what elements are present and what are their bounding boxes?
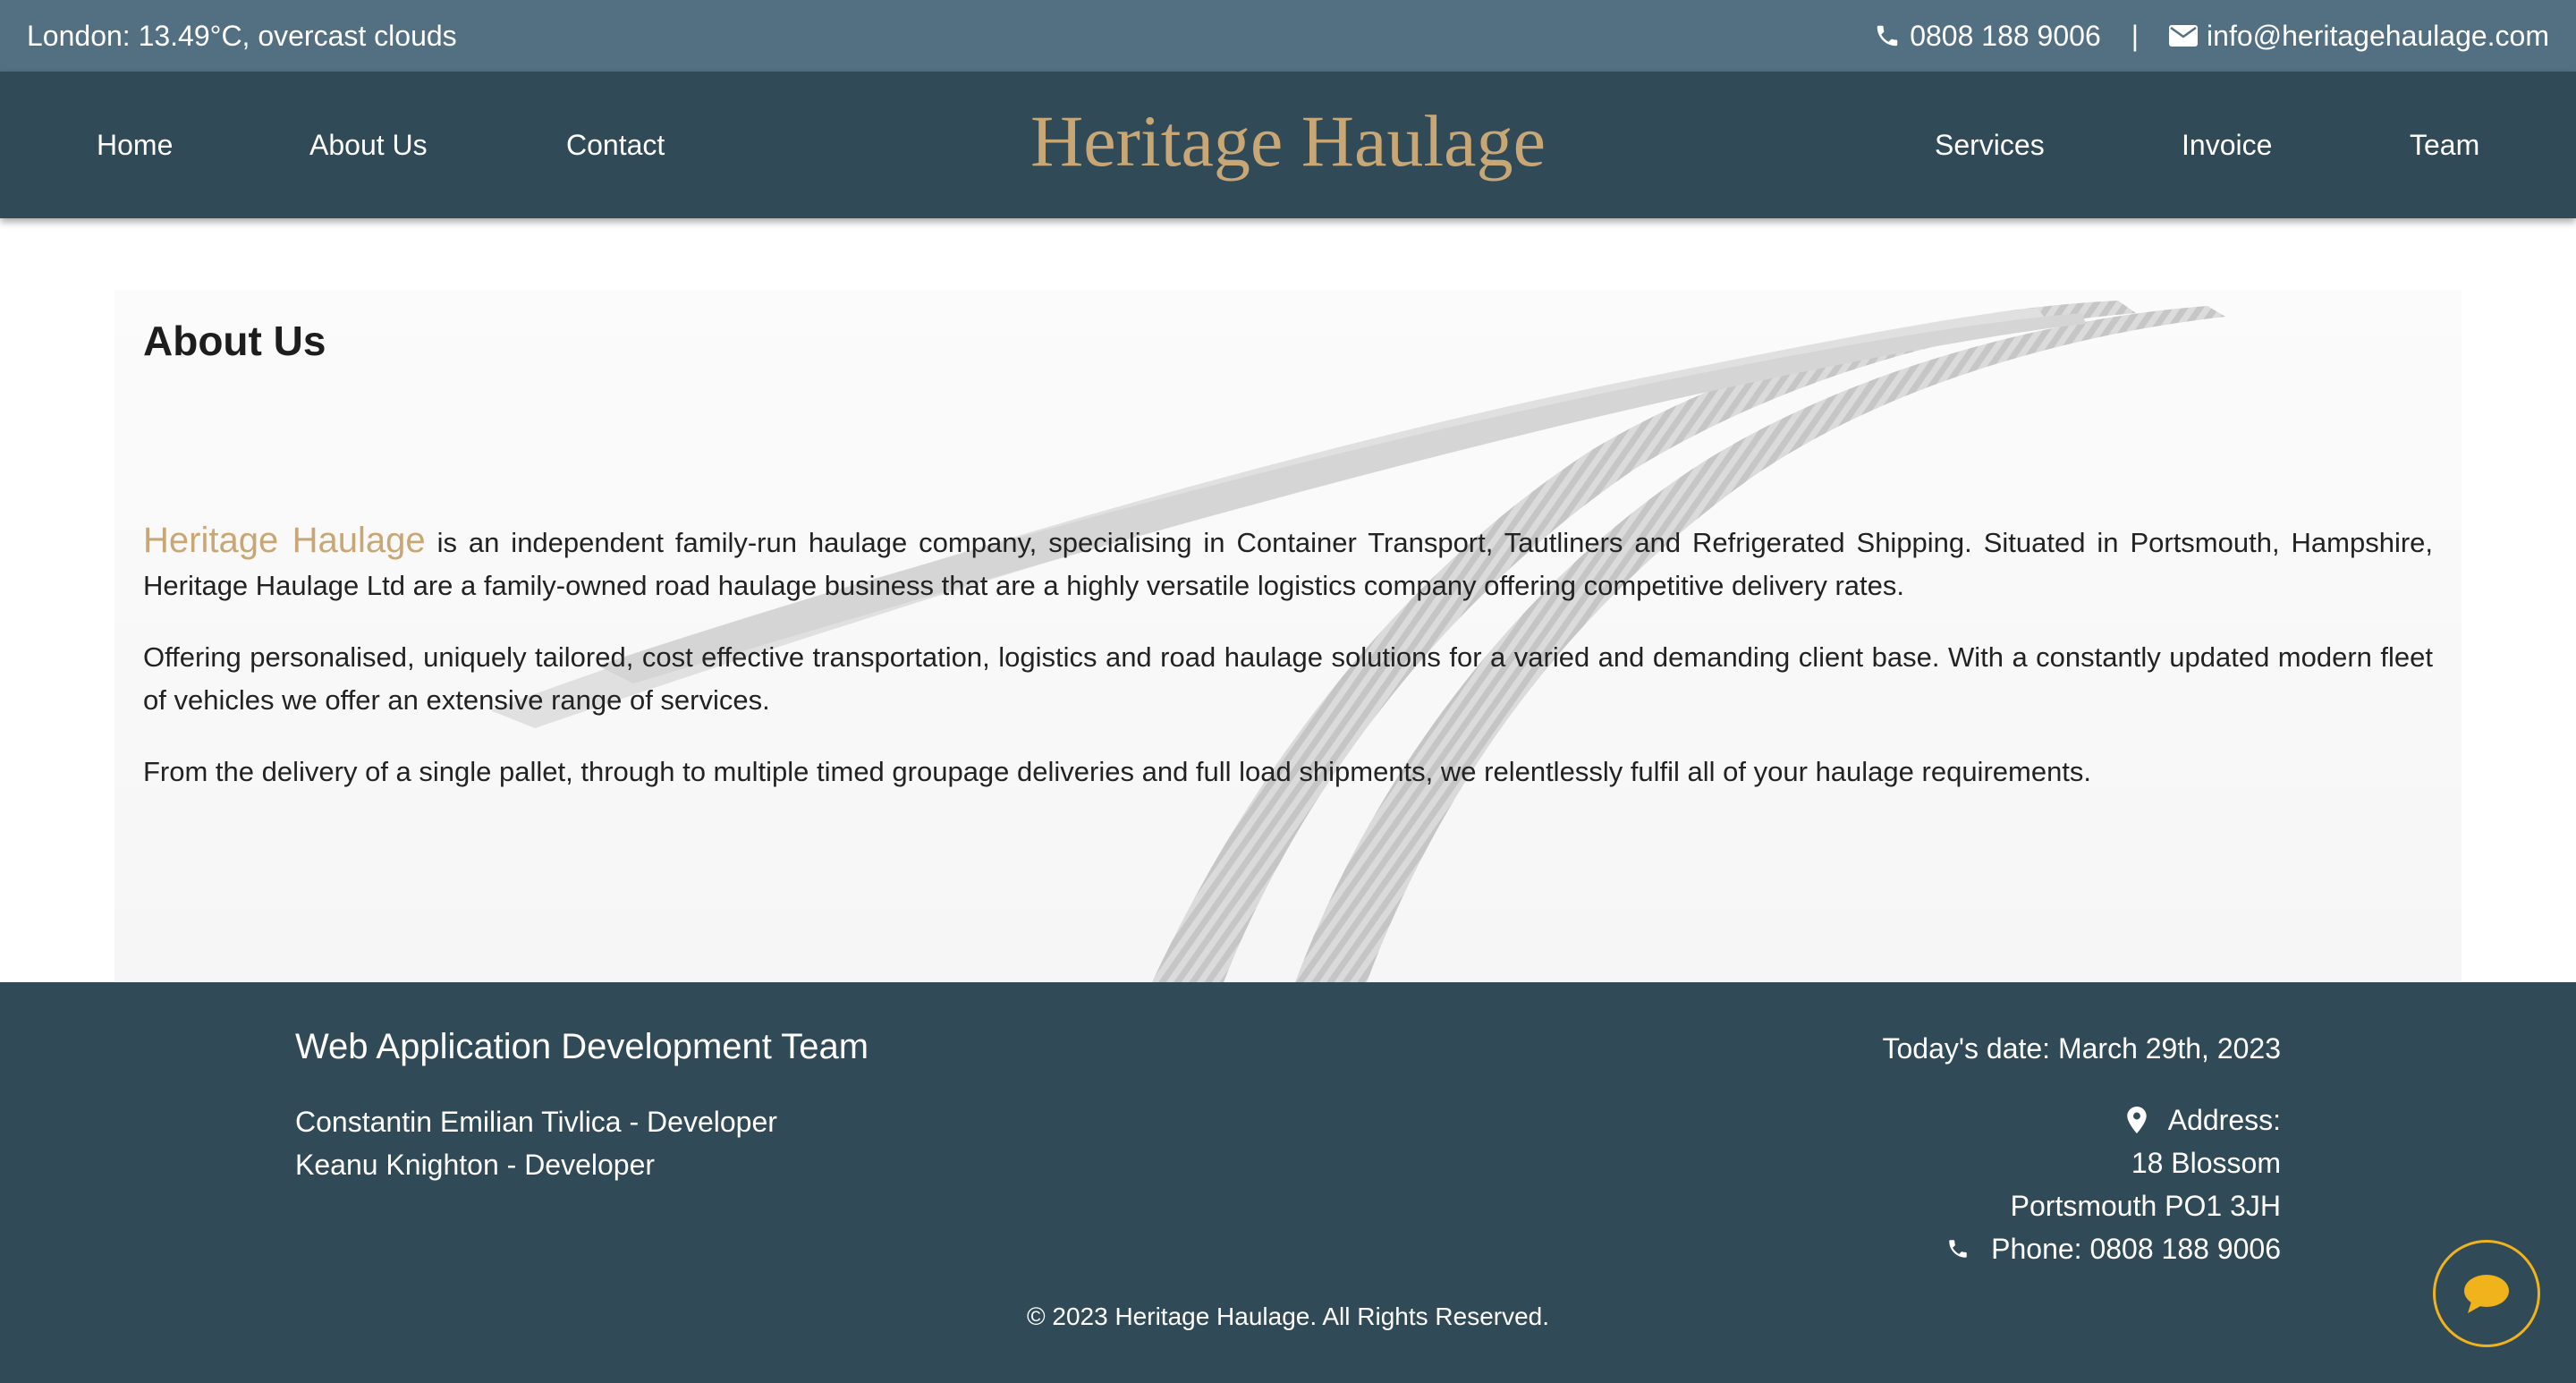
top-info-bar: London: 13.49°C, overcast clouds 0808 18… bbox=[0, 0, 2576, 72]
todays-date: Today's date: March 29th, 2023 bbox=[1882, 1032, 2282, 1065]
weather-text: London: 13.49°C, overcast clouds bbox=[27, 19, 457, 52]
address-line-1: 18 Blossom bbox=[2131, 1147, 2281, 1179]
about-paragraph-2: Offering personalised, uniquely tailored… bbox=[143, 641, 2433, 716]
top-phone-link[interactable]: 0808 188 9006 bbox=[1874, 20, 2101, 53]
about-paragraph-1: Heritage Haulage is an independent famil… bbox=[143, 519, 2433, 607]
map-marker-icon bbox=[2127, 1107, 2147, 1133]
company-name-highlight: Heritage Haulage bbox=[143, 521, 426, 560]
brand-logo[interactable]: Heritage Haulage bbox=[1030, 100, 1546, 182]
address-label: Address: bbox=[2167, 1104, 2281, 1136]
site-footer: Web Application Development Team Constan… bbox=[0, 982, 2576, 1383]
page-title: About Us bbox=[143, 318, 326, 364]
chat-button[interactable] bbox=[2433, 1240, 2540, 1347]
phone-icon bbox=[1949, 1240, 1967, 1258]
top-email-text: info@heritagehaulage.com bbox=[2207, 19, 2549, 52]
footer-contact-info: Today's date: March 29th, 2023 Address: … bbox=[1883, 1027, 2282, 1270]
top-contact-group: 0808 188 9006 | info@heritagehaulage.com bbox=[1874, 20, 2549, 53]
top-email-link[interactable]: info@heritagehaulage.com bbox=[2169, 20, 2549, 53]
address-line-2: Portsmouth PO1 3JH bbox=[2010, 1190, 2281, 1222]
team-member: Constantin Emilian Tivlica - Developer bbox=[295, 1106, 777, 1138]
chat-bubble-icon bbox=[2464, 1275, 2509, 1313]
team-member: Keanu Knighton - Developer bbox=[295, 1149, 656, 1181]
about-section: About Us Heritage Haulage is an independ… bbox=[114, 290, 2462, 982]
nav-contact[interactable]: Contact bbox=[566, 72, 665, 218]
about-paragraph-3: From the delivery of a single pallet, th… bbox=[143, 756, 2092, 787]
top-separator: | bbox=[2131, 19, 2140, 52]
footer-phone-row: Phone: 0808 188 9006 bbox=[1883, 1227, 2281, 1270]
copyright-text: © 2023 Heritage Haulage. All Rights Rese… bbox=[1026, 1302, 1550, 1330]
about-paragraph-1-text: is an independent family-run haulage com… bbox=[143, 527, 2434, 601]
nav-services[interactable]: Services bbox=[1935, 72, 2045, 218]
footer-team-list: Constantin Emilian Tivlica - Developer K… bbox=[295, 1100, 777, 1186]
nav-about-us[interactable]: About Us bbox=[309, 72, 428, 218]
footer-team-title: Web Application Development Team bbox=[295, 1027, 869, 1066]
main-navbar: Home About Us Contact Heritage Haulage S… bbox=[0, 72, 2576, 218]
nav-team[interactable]: Team bbox=[2410, 72, 2479, 218]
envelope-icon bbox=[2169, 25, 2199, 47]
address-label-row: Address: bbox=[1883, 1099, 2281, 1141]
nav-invoice[interactable]: Invoice bbox=[2182, 72, 2272, 218]
phone-icon bbox=[1877, 25, 1898, 47]
top-phone-text: 0808 188 9006 bbox=[1910, 19, 2101, 52]
about-content: Heritage Haulage is an independent famil… bbox=[143, 519, 2433, 822]
footer-phone[interactable]: Phone: 0808 188 9006 bbox=[1991, 1227, 2281, 1270]
nav-home[interactable]: Home bbox=[97, 72, 173, 218]
